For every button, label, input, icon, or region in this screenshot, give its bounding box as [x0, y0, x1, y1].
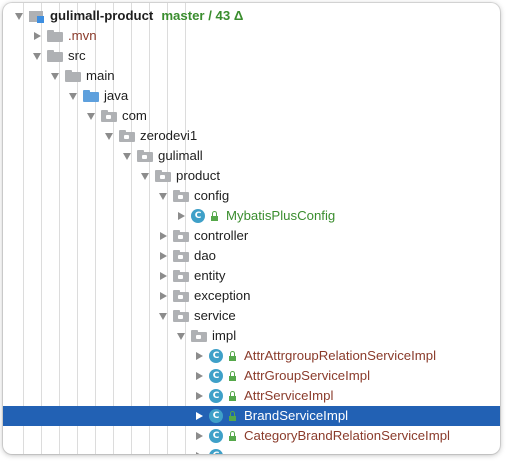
chevron-down-icon[interactable]: [29, 46, 45, 66]
tree-node-zerodevi1[interactable]: zerodevi1: [3, 126, 500, 146]
package-icon: [173, 190, 189, 202]
chevron-down-icon[interactable]: [173, 326, 189, 346]
tree-node-root-module[interactable]: gulimall-product master / 43 Δ: [3, 6, 500, 26]
chevron-right-icon[interactable]: [191, 446, 207, 454]
tree-node-config[interactable]: config: [3, 186, 500, 206]
chevron-right-icon[interactable]: [191, 386, 207, 406]
package-icon: [173, 230, 189, 242]
lock-icon: [228, 350, 237, 362]
tree-node-label: controller: [194, 228, 249, 243]
tree-node-label: main: [86, 68, 115, 83]
tree-node-label: com: [122, 108, 147, 123]
tree-node-label: impl: [212, 328, 237, 343]
tree-node-label: CategoryBrandRelationServiceImpl: [244, 428, 450, 443]
tree-node-brand-service-impl[interactable]: C BrandServiceImpl: [3, 406, 500, 426]
chevron-right-icon[interactable]: [191, 346, 207, 366]
chevron-down-icon[interactable]: [155, 186, 171, 206]
tree-node-label: zerodevi1: [140, 128, 198, 143]
module-folder-icon: [29, 9, 45, 23]
package-icon: [173, 290, 189, 302]
class-icon: C: [209, 369, 223, 383]
tree-node-label: AttrGroupServiceImpl: [244, 368, 371, 383]
chevron-down-icon[interactable]: [47, 66, 63, 86]
chevron-down-icon[interactable]: [101, 126, 117, 146]
tree-node-label: src: [68, 48, 86, 63]
package-icon: [173, 270, 189, 282]
tree-node-label: product: [176, 168, 220, 183]
class-icon: C: [191, 209, 205, 223]
tree-node-dao[interactable]: dao: [3, 246, 500, 266]
class-icon: C: [209, 429, 223, 443]
tree-node-exception[interactable]: exception: [3, 286, 500, 306]
tree-node-entity[interactable]: entity: [3, 266, 500, 286]
lock-icon: [228, 410, 237, 422]
class-icon: C: [209, 449, 223, 454]
package-icon: [119, 130, 135, 142]
lock-icon: [228, 370, 237, 382]
lock-icon: [210, 210, 219, 222]
chevron-right-icon[interactable]: [29, 26, 45, 46]
tree-node-label: BrandServiceImpl: [244, 408, 349, 423]
tree-node-label: dao: [194, 248, 217, 263]
tree-node-src[interactable]: src: [3, 46, 500, 66]
tree-node-java[interactable]: java: [3, 86, 500, 106]
tree-node-category-brand-relation-service-impl[interactable]: C CategoryBrandRelationServiceImpl: [3, 426, 500, 446]
vcs-branch-status: master / 43 Δ: [161, 8, 244, 23]
chevron-right-icon[interactable]: [191, 426, 207, 446]
tree-node-attr-group-service-impl[interactable]: C AttrGroupServiceImpl: [3, 366, 500, 386]
tree-node-label: java: [104, 88, 129, 103]
tree-node-partial[interactable]: C: [3, 446, 500, 454]
tree-node-label: exception: [194, 288, 251, 303]
package-icon: [191, 330, 207, 342]
class-icon: C: [209, 409, 223, 423]
tree-node-mvn[interactable]: .mvn: [3, 26, 500, 46]
package-icon: [155, 170, 171, 182]
tree-node-label: AttrAttrgroupRelationServiceImpl: [244, 348, 437, 363]
lock-icon: [228, 390, 237, 402]
tree-node-label: MybatisPlusConfig: [226, 208, 336, 223]
chevron-right-icon[interactable]: [155, 266, 171, 286]
lock-icon: [228, 430, 237, 442]
chevron-down-icon[interactable]: [137, 166, 153, 186]
chevron-right-icon[interactable]: [173, 206, 189, 226]
tree-node-label: AttrServiceImpl: [244, 388, 334, 403]
folder-icon: [47, 30, 63, 42]
chevron-right-icon[interactable]: [155, 286, 171, 306]
tree-node-label: gulimall: [158, 148, 203, 163]
package-icon: [101, 110, 117, 122]
tree-node-attr-attrgroup-relation-service-impl[interactable]: C AttrAttrgroupRelationServiceImpl: [3, 346, 500, 366]
project-tree-panel: gulimall-product master / 43 Δ .mvn src …: [3, 3, 500, 454]
tree-node-mybatis-plus-config[interactable]: C MybatisPlusConfig: [3, 206, 500, 226]
chevron-down-icon[interactable]: [119, 146, 135, 166]
tree-node-label: .mvn: [68, 28, 97, 43]
package-icon: [173, 310, 189, 322]
chevron-down-icon[interactable]: [65, 86, 81, 106]
tree-node-label: config: [194, 188, 230, 203]
tree-node-label: service: [194, 308, 236, 323]
chevron-down-icon[interactable]: [155, 306, 171, 326]
class-icon: C: [209, 349, 223, 363]
chevron-right-icon[interactable]: [191, 366, 207, 386]
chevron-down-icon[interactable]: [83, 106, 99, 126]
tree-node-product[interactable]: product: [3, 166, 500, 186]
tree-node-impl[interactable]: impl: [3, 326, 500, 346]
chevron-right-icon[interactable]: [155, 246, 171, 266]
tree-node-service[interactable]: service: [3, 306, 500, 326]
chevron-right-icon[interactable]: [155, 226, 171, 246]
tree-node-main[interactable]: main: [3, 66, 500, 86]
tree-node-controller[interactable]: controller: [3, 226, 500, 246]
tree-node-attr-service-impl[interactable]: C AttrServiceImpl: [3, 386, 500, 406]
tree-node-label: entity: [194, 268, 226, 283]
folder-icon: [47, 50, 63, 62]
chevron-down-icon[interactable]: [11, 6, 27, 26]
chevron-right-icon[interactable]: [191, 406, 207, 426]
package-icon: [173, 250, 189, 262]
source-folder-icon: [83, 90, 99, 102]
tree-node-com[interactable]: com: [3, 106, 500, 126]
class-icon: C: [209, 389, 223, 403]
package-icon: [137, 150, 153, 162]
folder-icon: [65, 70, 81, 82]
tree-node-gulimall[interactable]: gulimall: [3, 146, 500, 166]
module-name: gulimall-product: [50, 8, 154, 23]
